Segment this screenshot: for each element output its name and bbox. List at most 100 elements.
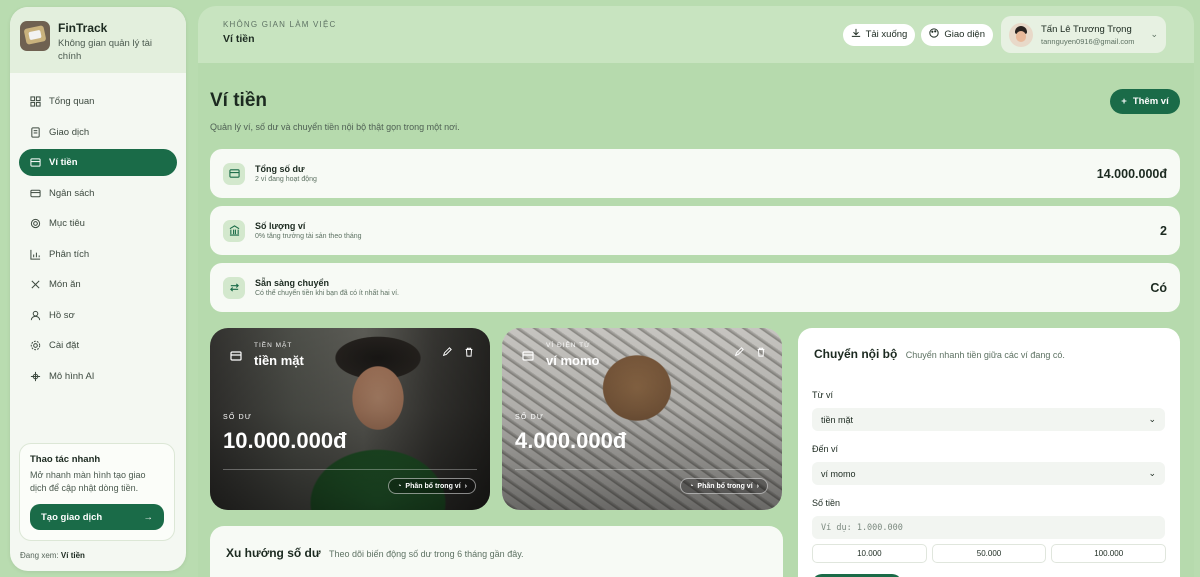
stat-value: Có [1150, 280, 1167, 295]
download-button[interactable]: Tải xuống [842, 23, 916, 46]
amount-chip[interactable]: 50.000 [931, 544, 1047, 563]
target-icon [30, 218, 41, 229]
wallet-balance: 4.000.000đ [515, 428, 627, 453]
sidebar-item-label: Giao dịch [49, 126, 90, 138]
trash-icon[interactable] [756, 344, 766, 362]
brand-logo [20, 21, 50, 51]
edit-icon[interactable] [442, 344, 452, 362]
wallet-type: TIỀN MẶT [254, 342, 293, 349]
sidebar-item-label: Mục tiêu [49, 218, 85, 229]
arrow-right-icon: → [143, 511, 154, 523]
viewing-prefix: Đang xem: [20, 551, 59, 560]
amount-chip[interactable]: 10.000 [812, 544, 927, 563]
trend-title: Xu hướng số dư [226, 546, 321, 560]
balance-label: SỐ DƯ [223, 414, 253, 421]
to-wallet-select[interactable]: ví momo ⌄ [812, 462, 1165, 485]
stat-label: Số lượng ví [255, 221, 306, 231]
sidebar-item-label: Ngân sách [49, 187, 95, 199]
sidebar-item-label: Phân tích [49, 248, 90, 260]
page-subtitle: Quản lý ví, số dư và chuyển tiền nội bộ … [210, 122, 460, 132]
wallet-card-cash[interactable]: TIỀN MẶT tiền mặt SỐ DƯ 10.000.000đ ◔ Ph… [210, 328, 490, 510]
allocation-button[interactable]: ◔ Phân bổ trong ví › [680, 478, 768, 494]
wallet-icon [30, 157, 41, 168]
user-menu[interactable]: Tấn Lê Trương Trọng tannguyen0916@gmail.… [1001, 16, 1166, 53]
sidebar-item-transactions[interactable]: Giao dịch [19, 119, 177, 146]
brand: FinTrack Không gian quản lý tài chính [10, 7, 186, 73]
sidebar-item-label: Cài đặt [49, 340, 80, 351]
topbar: KHÔNG GIAN LÀM VIỆC Ví tiền Tải xuống Gi… [198, 6, 1194, 63]
bank-icon [223, 219, 245, 242]
wallet-name: ví momo [546, 353, 600, 368]
sidebar-item-budget[interactable]: Ngân sách [19, 180, 177, 207]
wallet-card-momo[interactable]: VÍ ĐIỆN TỬ ví momo SỐ DƯ 4.000.000đ ◔ Ph… [502, 328, 782, 510]
sidebar-item-ai[interactable]: Mô hình AI [19, 363, 177, 390]
to-wallet-label: Đến ví [812, 444, 839, 454]
add-wallet-button[interactable]: + Thêm ví [1110, 89, 1180, 114]
pie-icon: ◔ [689, 482, 694, 490]
wallet-content: TIỀN MẶT tiền mặt SỐ DƯ 10.000.000đ ◔ Ph… [210, 328, 490, 510]
page-header: Ví tiền Quản lý ví, số dư và chuyển tiền… [210, 90, 460, 132]
transfer-title: Chuyển nội bộ [814, 347, 898, 361]
viewing-indicator: Đang xem: Ví tiền [20, 551, 85, 560]
plus-icon: + [1121, 96, 1127, 107]
chevron-down-icon: ⌄ [1148, 414, 1156, 424]
wallet-name: tiền mặt [254, 353, 304, 368]
divider [515, 469, 769, 470]
theme-label: Giao diện [944, 29, 985, 40]
create-transaction-button[interactable]: Tạo giao dịch → [30, 504, 164, 530]
from-wallet-select[interactable]: tiền mặt ⌄ [812, 408, 1165, 431]
stat-sub: 0% tăng trưởng tài sản theo tháng [255, 233, 362, 240]
main-content: KHÔNG GIAN LÀM VIỆC Ví tiền Tải xuống Gi… [198, 6, 1194, 577]
sidebar-nav: Tổng quan Giao dịch Ví tiền Ngân sách Mụ… [10, 73, 186, 390]
stat-transfer-ready: Sẵn sàng chuyển Có thể chuyển tiền khi b… [210, 263, 1180, 312]
chevron-right-icon: › [756, 482, 759, 490]
balance-trend-card: Xu hướng số dư Theo dõi biến động số dư … [210, 526, 783, 577]
transfer-subtitle: Chuyển nhanh tiền giữa các ví đang có. [905, 350, 1065, 360]
user-name: Tấn Lê Trương Trọng [1041, 23, 1132, 35]
pie-icon: ◔ [397, 482, 402, 490]
ai-icon [30, 371, 41, 382]
from-wallet-label: Từ ví [812, 390, 834, 400]
avatar [1009, 22, 1033, 47]
stat-value: 2 [1160, 223, 1167, 238]
sidebar-item-label: Tổng quan [49, 96, 95, 107]
sidebar-item-label: Ví tiền [49, 157, 78, 168]
sidebar-item-analytics[interactable]: Phân tích [19, 241, 177, 268]
amount-chip[interactable]: 100.000 [1051, 544, 1167, 563]
wallet-icon [522, 351, 534, 361]
utensils-icon [30, 279, 41, 290]
stat-sub: Có thể chuyển tiền khi bạn đã có ít nhất… [255, 290, 399, 297]
stat-value: 14.000.000đ [1096, 166, 1167, 181]
from-wallet-value: tiền mặt [821, 414, 854, 425]
trash-icon[interactable] [464, 344, 474, 362]
stat-label: Tổng số dư [255, 164, 305, 174]
wallet-content: VÍ ĐIỆN TỬ ví momo SỐ DƯ 4.000.000đ ◔ Ph… [502, 328, 782, 510]
quick-actions-card: Thao tác nhanh Mở nhanh màn hình tạo gia… [19, 443, 175, 541]
sidebar-item-overview[interactable]: Tổng quan [19, 88, 177, 115]
wallet-icon [230, 351, 242, 361]
user-icon [30, 310, 41, 321]
sidebar-item-goals[interactable]: Mục tiêu [19, 210, 177, 237]
internal-transfer-card: Chuyển nội bộ Chuyển nhanh tiền giữa các… [798, 328, 1180, 577]
sidebar-item-profile[interactable]: Hồ sơ [19, 302, 177, 329]
amount-label: Số tiền [812, 498, 841, 508]
gear-icon [30, 340, 41, 351]
balance-label: SỐ DƯ [515, 414, 545, 421]
create-transaction-label: Tạo giao dịch [41, 511, 103, 523]
theme-button[interactable]: Giao diện [921, 23, 993, 46]
allocation-button[interactable]: ◔ Phân bổ trong ví › [388, 478, 476, 494]
add-wallet-label: Thêm ví [1132, 96, 1169, 107]
wallet-actions [442, 344, 474, 362]
sidebar-item-food[interactable]: Món ăn [19, 271, 177, 298]
edit-icon[interactable] [734, 344, 744, 362]
download-label: Tải xuống [865, 29, 908, 40]
stat-sub: 2 ví đang hoạt động [255, 176, 317, 183]
chevron-down-icon: ⌄ [1150, 29, 1158, 39]
palette-icon [929, 28, 939, 41]
amount-input[interactable] [812, 516, 1165, 539]
sidebar-item-settings[interactable]: Cài đặt [19, 332, 177, 359]
page-title: Ví tiền [210, 90, 268, 111]
brand-tagline: Không gian quản lý tài chính [58, 38, 153, 62]
allocation-label: Phân bổ trong ví [697, 482, 753, 490]
sidebar-item-wallets[interactable]: Ví tiền [19, 149, 177, 176]
